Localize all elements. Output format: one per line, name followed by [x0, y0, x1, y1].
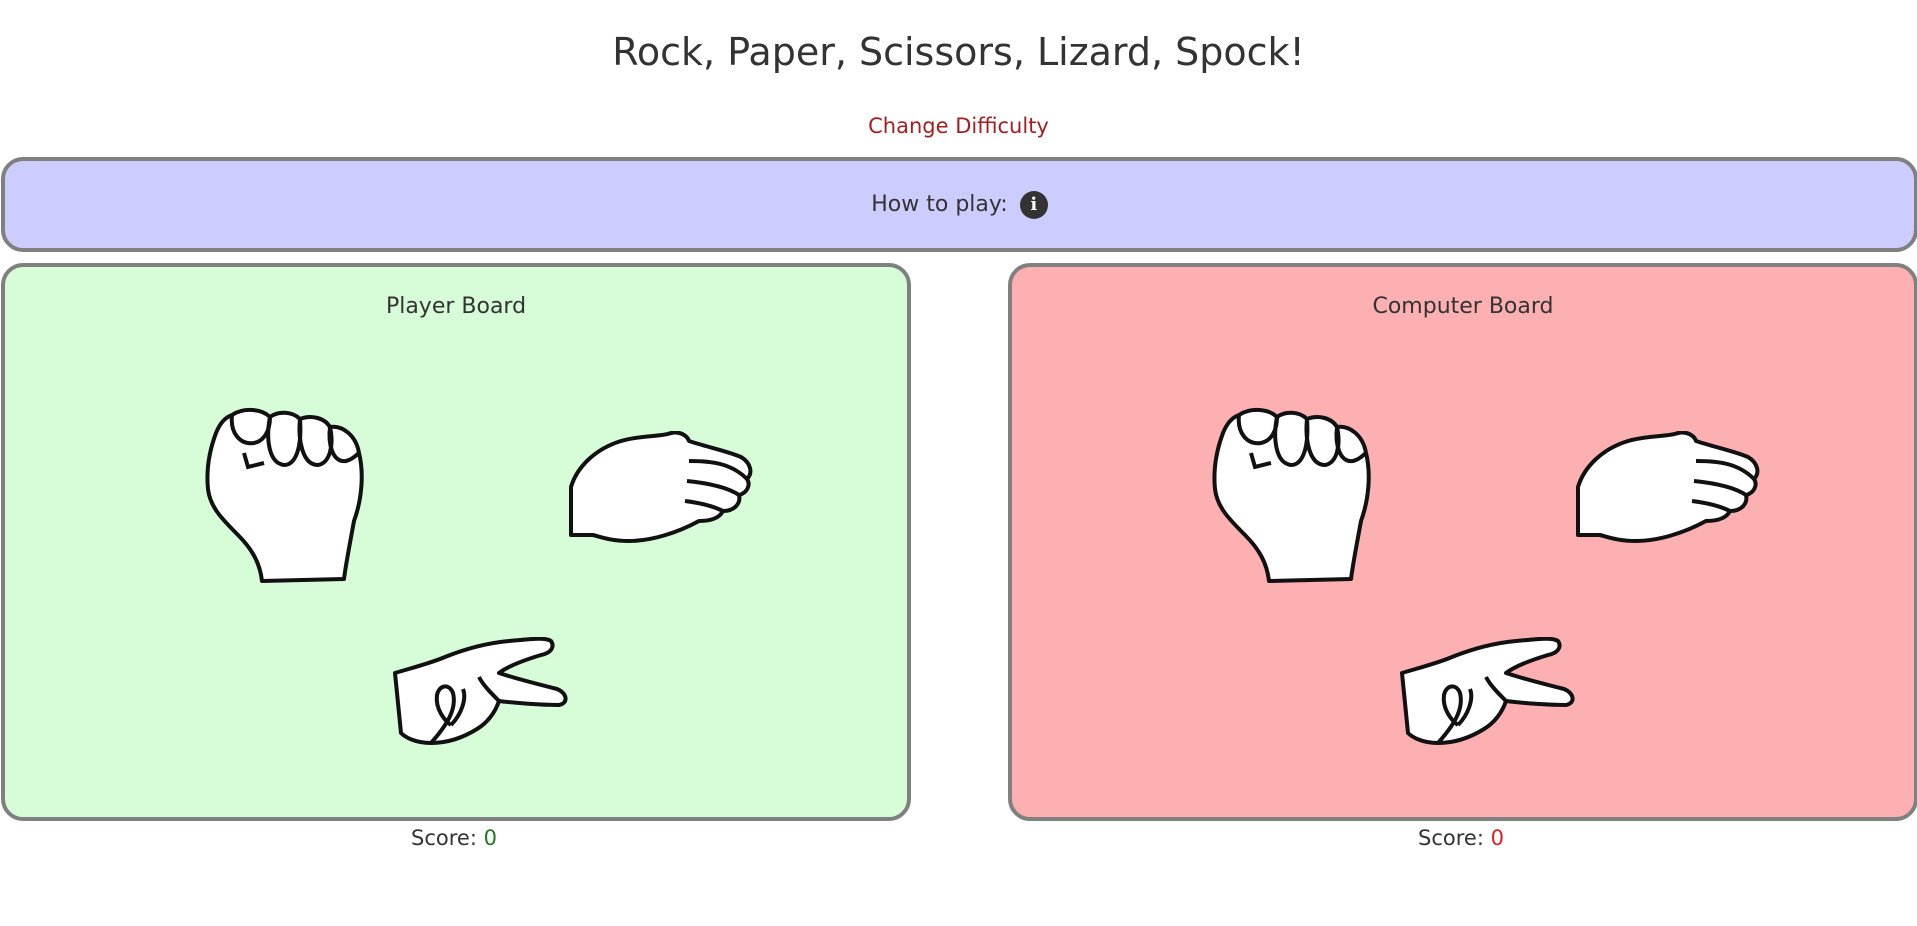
game-page: Rock, Paper, Scissors, Lizard, Spock! Ch…	[0, 0, 1917, 926]
computer-board-title: Computer Board	[1372, 294, 1554, 319]
how-to-play-label: How to play:	[871, 192, 1008, 217]
rock-hand-icon[interactable]	[204, 403, 368, 587]
computer-score-value: 0	[1490, 826, 1504, 850]
change-difficulty-link[interactable]: Change Difficulty	[0, 114, 1917, 138]
player-board-title: Player Board	[385, 294, 527, 319]
paper-hand-icon[interactable]	[567, 431, 757, 553]
scissors-hand-icon[interactable]	[391, 637, 571, 749]
player-score-label: Score:	[411, 826, 477, 850]
rock-hand-icon	[1211, 403, 1375, 587]
page-title: Rock, Paper, Scissors, Lizard, Spock!	[612, 30, 1305, 74]
info-circle-icon[interactable]: i	[1019, 190, 1048, 219]
scissors-hand-icon	[1398, 637, 1578, 749]
player-board: Player Board	[1, 263, 911, 821]
computer-score: Score: 0	[1008, 826, 1914, 850]
computer-board: Computer Board	[1008, 263, 1917, 821]
computer-score-label: Score:	[1418, 826, 1484, 850]
paper-hand-icon	[1574, 431, 1764, 553]
how-to-play-banner: How to play: i	[1, 157, 1917, 252]
player-score-value: 0	[483, 826, 497, 850]
player-score: Score: 0	[1, 826, 907, 850]
